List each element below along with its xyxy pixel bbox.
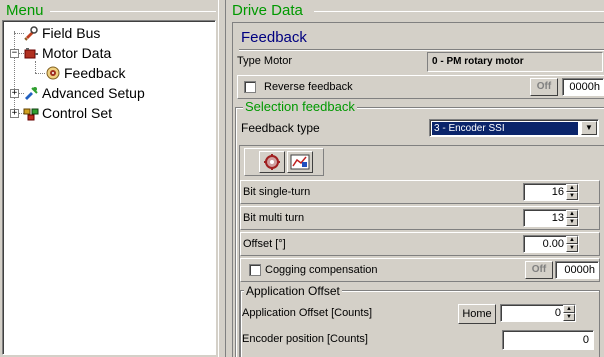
app-offset-input[interactable]: 0 ▲ ▼ xyxy=(500,304,576,322)
feedback-icon xyxy=(45,65,61,81)
menu-panel: Menu Field Bus − Motor Data Feedback + A… xyxy=(0,0,220,357)
home-button[interactable]: Home xyxy=(458,304,496,324)
bit-multi-value: 13 xyxy=(551,212,564,224)
cogging-row: Cogging compensation Off 0000h xyxy=(240,258,600,282)
app-offset-label: Application Offset [Counts] xyxy=(242,307,373,319)
tree-item-label: Field Bus xyxy=(42,25,101,41)
encoder-position-label: Encoder position [Counts] xyxy=(242,333,368,345)
application-offset-title: Application Offset xyxy=(244,284,342,298)
drive-header: Drive Data xyxy=(226,0,604,22)
hand-wrench-icon xyxy=(23,25,39,41)
tree-item-feedback[interactable]: Feedback xyxy=(45,64,125,82)
encoder-tool-button[interactable] xyxy=(259,151,285,173)
spin-up-icon[interactable]: ▲ xyxy=(566,184,578,192)
tree-item-label: Advanced Setup xyxy=(42,85,145,101)
spin-up-icon[interactable]: ▲ xyxy=(566,210,578,218)
encoder-position-value: 0 xyxy=(502,330,594,350)
encoder-toolbar xyxy=(244,148,324,176)
section-title: Feedback xyxy=(241,29,307,46)
offset-row: Offset [°] 0.00 ▲ ▼ xyxy=(240,232,600,256)
spin-down-icon[interactable]: ▼ xyxy=(566,218,578,226)
tree-line xyxy=(14,31,15,115)
reverse-feedback-label: Reverse feedback xyxy=(264,81,353,93)
motor-icon xyxy=(23,45,39,61)
reverse-hex-field[interactable]: 0000h xyxy=(562,78,604,96)
spin-up-icon[interactable]: ▲ xyxy=(563,305,575,313)
chart-tool-button[interactable] xyxy=(287,151,313,173)
menu-header: Menu xyxy=(0,0,220,22)
offset-input[interactable]: 0.00 ▲ ▼ xyxy=(523,235,579,253)
reverse-off-indicator: Off xyxy=(530,78,558,96)
drive-header-rule xyxy=(314,11,604,12)
tree-line xyxy=(35,61,36,73)
offset-label: Offset [°] xyxy=(243,238,286,250)
spin-down-icon[interactable]: ▼ xyxy=(566,244,578,252)
gear-icon xyxy=(264,154,280,170)
feedback-type-value: 3 - Encoder SSI xyxy=(432,122,578,135)
section-rule xyxy=(239,49,604,51)
bit-single-row: Bit single-turn 16 ▲ ▼ xyxy=(240,180,600,204)
expand-toggle[interactable]: + xyxy=(10,109,19,118)
app-window: Menu Field Bus − Motor Data Feedback + A… xyxy=(0,0,604,357)
bit-multi-row: Bit multi turn 13 ▲ ▼ xyxy=(240,206,600,230)
bit-single-label: Bit single-turn xyxy=(243,186,311,198)
type-motor-label: Type Motor xyxy=(237,55,293,67)
tree-item-control-set[interactable]: Control Set xyxy=(23,104,112,122)
tree-item-label: Control Set xyxy=(42,105,113,121)
cogging-checkbox[interactable] xyxy=(249,264,261,276)
tree-item-label: Motor Data xyxy=(42,45,112,61)
feedback-page: Feedback Type Motor 0 - PM rotary motor … xyxy=(232,22,604,357)
cogging-hex-field[interactable]: 0000h xyxy=(555,261,599,279)
app-offset-value: 0 xyxy=(554,307,561,319)
tree-item-motor-data[interactable]: Motor Data xyxy=(23,44,111,62)
selection-feedback-title: Selection feedback xyxy=(243,99,357,114)
chevron-down-icon[interactable]: ▼ xyxy=(581,121,597,135)
chart-icon xyxy=(290,154,310,170)
tree-item-advanced-setup[interactable]: Advanced Setup xyxy=(23,84,145,102)
spin-down-icon[interactable]: ▼ xyxy=(566,192,578,200)
type-motor-value: 0 - PM rotary motor xyxy=(427,52,603,72)
control-set-icon xyxy=(23,105,39,121)
encoder-settings-panel: Bit single-turn 16 ▲ ▼ Bit multi turn 13… xyxy=(239,145,604,357)
drive-panel: Drive Data Feedback Type Motor 0 - PM ro… xyxy=(226,0,604,357)
reverse-feedback-row: Reverse feedback Off 0000h xyxy=(237,75,604,99)
feedback-type-label: Feedback type xyxy=(241,121,320,135)
spin-up-icon[interactable]: ▲ xyxy=(566,236,578,244)
bit-multi-label: Bit multi turn xyxy=(243,212,305,224)
collapse-toggle[interactable]: − xyxy=(10,49,19,58)
drive-title: Drive Data xyxy=(232,2,303,19)
spin-down-icon[interactable]: ▼ xyxy=(563,313,575,321)
expand-toggle[interactable]: + xyxy=(10,89,19,98)
menu-title: Menu xyxy=(6,2,44,19)
cogging-label: Cogging compensation xyxy=(265,264,378,276)
bit-single-input[interactable]: 16 ▲ ▼ xyxy=(523,183,579,201)
offset-value: 0.00 xyxy=(542,238,564,250)
advanced-setup-icon xyxy=(23,85,39,101)
cogging-off-indicator: Off xyxy=(525,261,553,279)
tree-item-label: Feedback xyxy=(64,65,126,81)
feedback-type-select[interactable]: 3 - Encoder SSI ▼ xyxy=(429,119,599,137)
menu-header-rule xyxy=(50,11,216,12)
reverse-feedback-checkbox[interactable] xyxy=(244,81,256,93)
tree-item-field-bus[interactable]: Field Bus xyxy=(23,24,100,42)
bit-multi-input[interactable]: 13 ▲ ▼ xyxy=(523,209,579,227)
bit-single-value: 16 xyxy=(551,186,564,198)
menu-tree: Field Bus − Motor Data Feedback + Advanc… xyxy=(2,20,216,355)
panel-splitter[interactable] xyxy=(218,0,226,357)
tree-line xyxy=(35,73,45,74)
